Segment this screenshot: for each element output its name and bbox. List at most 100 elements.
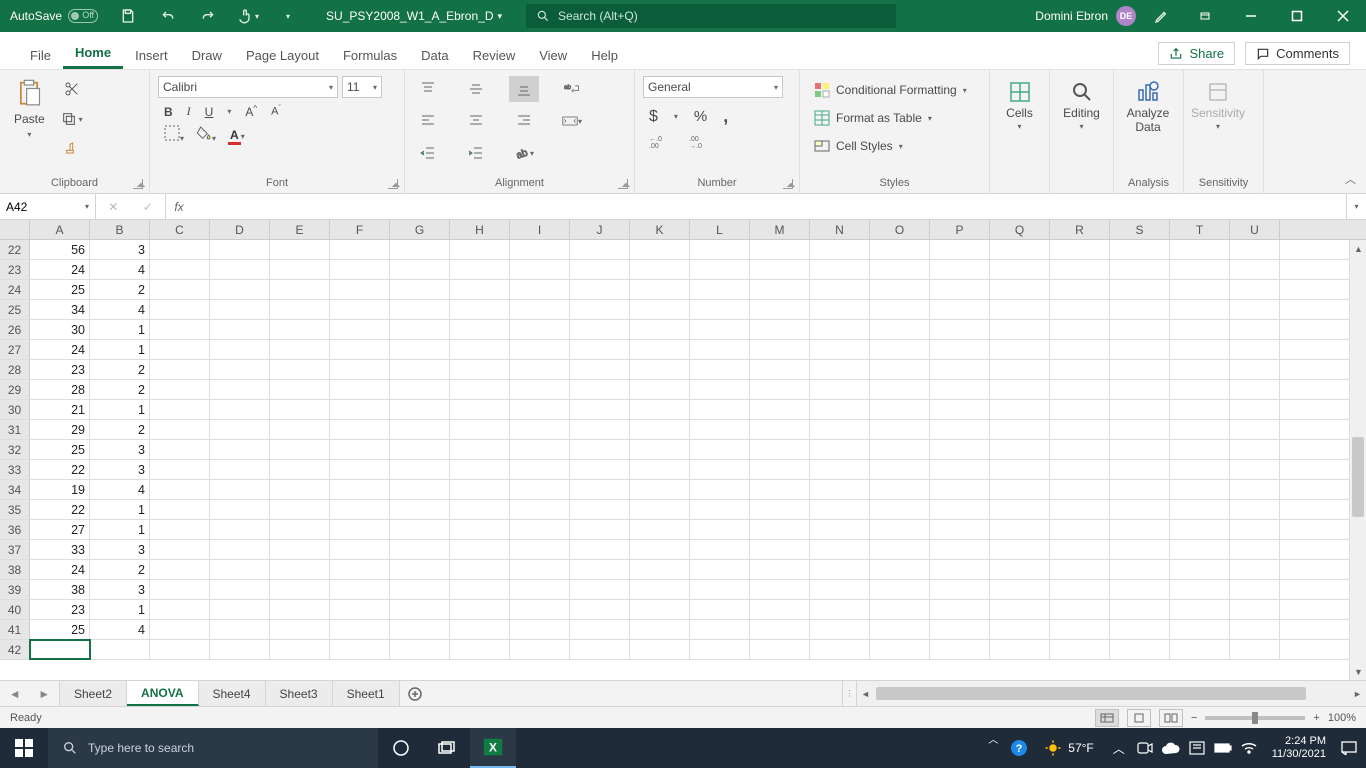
- cell-T28[interactable]: [1170, 360, 1230, 379]
- increase-indent-button[interactable]: [461, 140, 491, 166]
- align-center-button[interactable]: [461, 108, 491, 134]
- cell-Q32[interactable]: [990, 440, 1050, 459]
- row-header-30[interactable]: 30: [0, 400, 30, 419]
- cell-D38[interactable]: [210, 560, 270, 579]
- cell-H25[interactable]: [450, 300, 510, 319]
- cell-H42[interactable]: [450, 640, 510, 659]
- redo-icon[interactable]: [188, 0, 228, 32]
- cell-O32[interactable]: [870, 440, 930, 459]
- cell-R35[interactable]: [1050, 500, 1110, 519]
- cell-U40[interactable]: [1230, 600, 1280, 619]
- cell-L38[interactable]: [690, 560, 750, 579]
- cell-R37[interactable]: [1050, 540, 1110, 559]
- cell-E27[interactable]: [270, 340, 330, 359]
- scroll-right-arrow[interactable]: ►: [1349, 685, 1366, 702]
- cell-A31[interactable]: 29: [30, 420, 90, 439]
- cell-G27[interactable]: [390, 340, 450, 359]
- cell-K24[interactable]: [630, 280, 690, 299]
- cell-K40[interactable]: [630, 600, 690, 619]
- comma-format-button[interactable]: ,: [723, 106, 728, 127]
- copy-button[interactable]: ▾: [57, 106, 87, 132]
- column-header-L[interactable]: L: [690, 220, 750, 239]
- cell-H26[interactable]: [450, 320, 510, 339]
- cell-S40[interactable]: [1110, 600, 1170, 619]
- cell-I42[interactable]: [510, 640, 570, 659]
- row-header-36[interactable]: 36: [0, 520, 30, 539]
- sheet-tab-sheet2[interactable]: Sheet2: [60, 681, 127, 706]
- tab-page-layout[interactable]: Page Layout: [234, 40, 331, 69]
- cell-B31[interactable]: 2: [90, 420, 150, 439]
- cell-Q28[interactable]: [990, 360, 1050, 379]
- scroll-left-arrow[interactable]: ◄: [857, 685, 874, 702]
- wrap-text-button[interactable]: ab: [557, 76, 587, 102]
- cell-I25[interactable]: [510, 300, 570, 319]
- cell-R34[interactable]: [1050, 480, 1110, 499]
- cell-I29[interactable]: [510, 380, 570, 399]
- cell-M37[interactable]: [750, 540, 810, 559]
- accounting-format-button[interactable]: $: [649, 108, 658, 126]
- cell-O24[interactable]: [870, 280, 930, 299]
- cell-N24[interactable]: [810, 280, 870, 299]
- cell-U37[interactable]: [1230, 540, 1280, 559]
- cell-G42[interactable]: [390, 640, 450, 659]
- row-header-29[interactable]: 29: [0, 380, 30, 399]
- cell-K38[interactable]: [630, 560, 690, 579]
- cell-M35[interactable]: [750, 500, 810, 519]
- cell-L31[interactable]: [690, 420, 750, 439]
- cell-L34[interactable]: [690, 480, 750, 499]
- cell-Q23[interactable]: [990, 260, 1050, 279]
- cell-P27[interactable]: [930, 340, 990, 359]
- cell-K41[interactable]: [630, 620, 690, 639]
- scroll-up-arrow[interactable]: ▲: [1350, 240, 1366, 257]
- cell-R42[interactable]: [1050, 640, 1110, 659]
- cell-K33[interactable]: [630, 460, 690, 479]
- cell-C30[interactable]: [150, 400, 210, 419]
- cell-O36[interactable]: [870, 520, 930, 539]
- cell-L28[interactable]: [690, 360, 750, 379]
- cell-A29[interactable]: 28: [30, 380, 90, 399]
- cell-G31[interactable]: [390, 420, 450, 439]
- cell-L42[interactable]: [690, 640, 750, 659]
- cell-S37[interactable]: [1110, 540, 1170, 559]
- tab-home[interactable]: Home: [63, 37, 123, 69]
- cell-E24[interactable]: [270, 280, 330, 299]
- cell-E38[interactable]: [270, 560, 330, 579]
- cell-A36[interactable]: 27: [30, 520, 90, 539]
- cell-O26[interactable]: [870, 320, 930, 339]
- task-view-icon[interactable]: [424, 728, 470, 768]
- cell-J28[interactable]: [570, 360, 630, 379]
- cell-F34[interactable]: [330, 480, 390, 499]
- cell-H31[interactable]: [450, 420, 510, 439]
- cell-O39[interactable]: [870, 580, 930, 599]
- cell-Q27[interactable]: [990, 340, 1050, 359]
- cell-N33[interactable]: [810, 460, 870, 479]
- cell-U23[interactable]: [1230, 260, 1280, 279]
- cell-S23[interactable]: [1110, 260, 1170, 279]
- column-header-F[interactable]: F: [330, 220, 390, 239]
- cell-N30[interactable]: [810, 400, 870, 419]
- cell-O31[interactable]: [870, 420, 930, 439]
- cell-J32[interactable]: [570, 440, 630, 459]
- cell-D40[interactable]: [210, 600, 270, 619]
- cell-M42[interactable]: [750, 640, 810, 659]
- cell-Q35[interactable]: [990, 500, 1050, 519]
- cell-C39[interactable]: [150, 580, 210, 599]
- comments-button[interactable]: Comments: [1245, 42, 1350, 65]
- ribbon-display-icon[interactable]: [1182, 0, 1228, 32]
- cell-M27[interactable]: [750, 340, 810, 359]
- close-button[interactable]: [1320, 0, 1366, 32]
- page-layout-view-button[interactable]: [1127, 709, 1151, 727]
- cell-P38[interactable]: [930, 560, 990, 579]
- cell-G30[interactable]: [390, 400, 450, 419]
- tab-insert[interactable]: Insert: [123, 40, 180, 69]
- cell-T26[interactable]: [1170, 320, 1230, 339]
- column-header-C[interactable]: C: [150, 220, 210, 239]
- cell-Q40[interactable]: [990, 600, 1050, 619]
- bold-button[interactable]: B: [164, 105, 173, 119]
- collapse-ribbon-button[interactable]: ︿: [1345, 171, 1356, 187]
- cell-T32[interactable]: [1170, 440, 1230, 459]
- cell-S38[interactable]: [1110, 560, 1170, 579]
- cell-S39[interactable]: [1110, 580, 1170, 599]
- cell-A41[interactable]: 25: [30, 620, 90, 639]
- cell-O38[interactable]: [870, 560, 930, 579]
